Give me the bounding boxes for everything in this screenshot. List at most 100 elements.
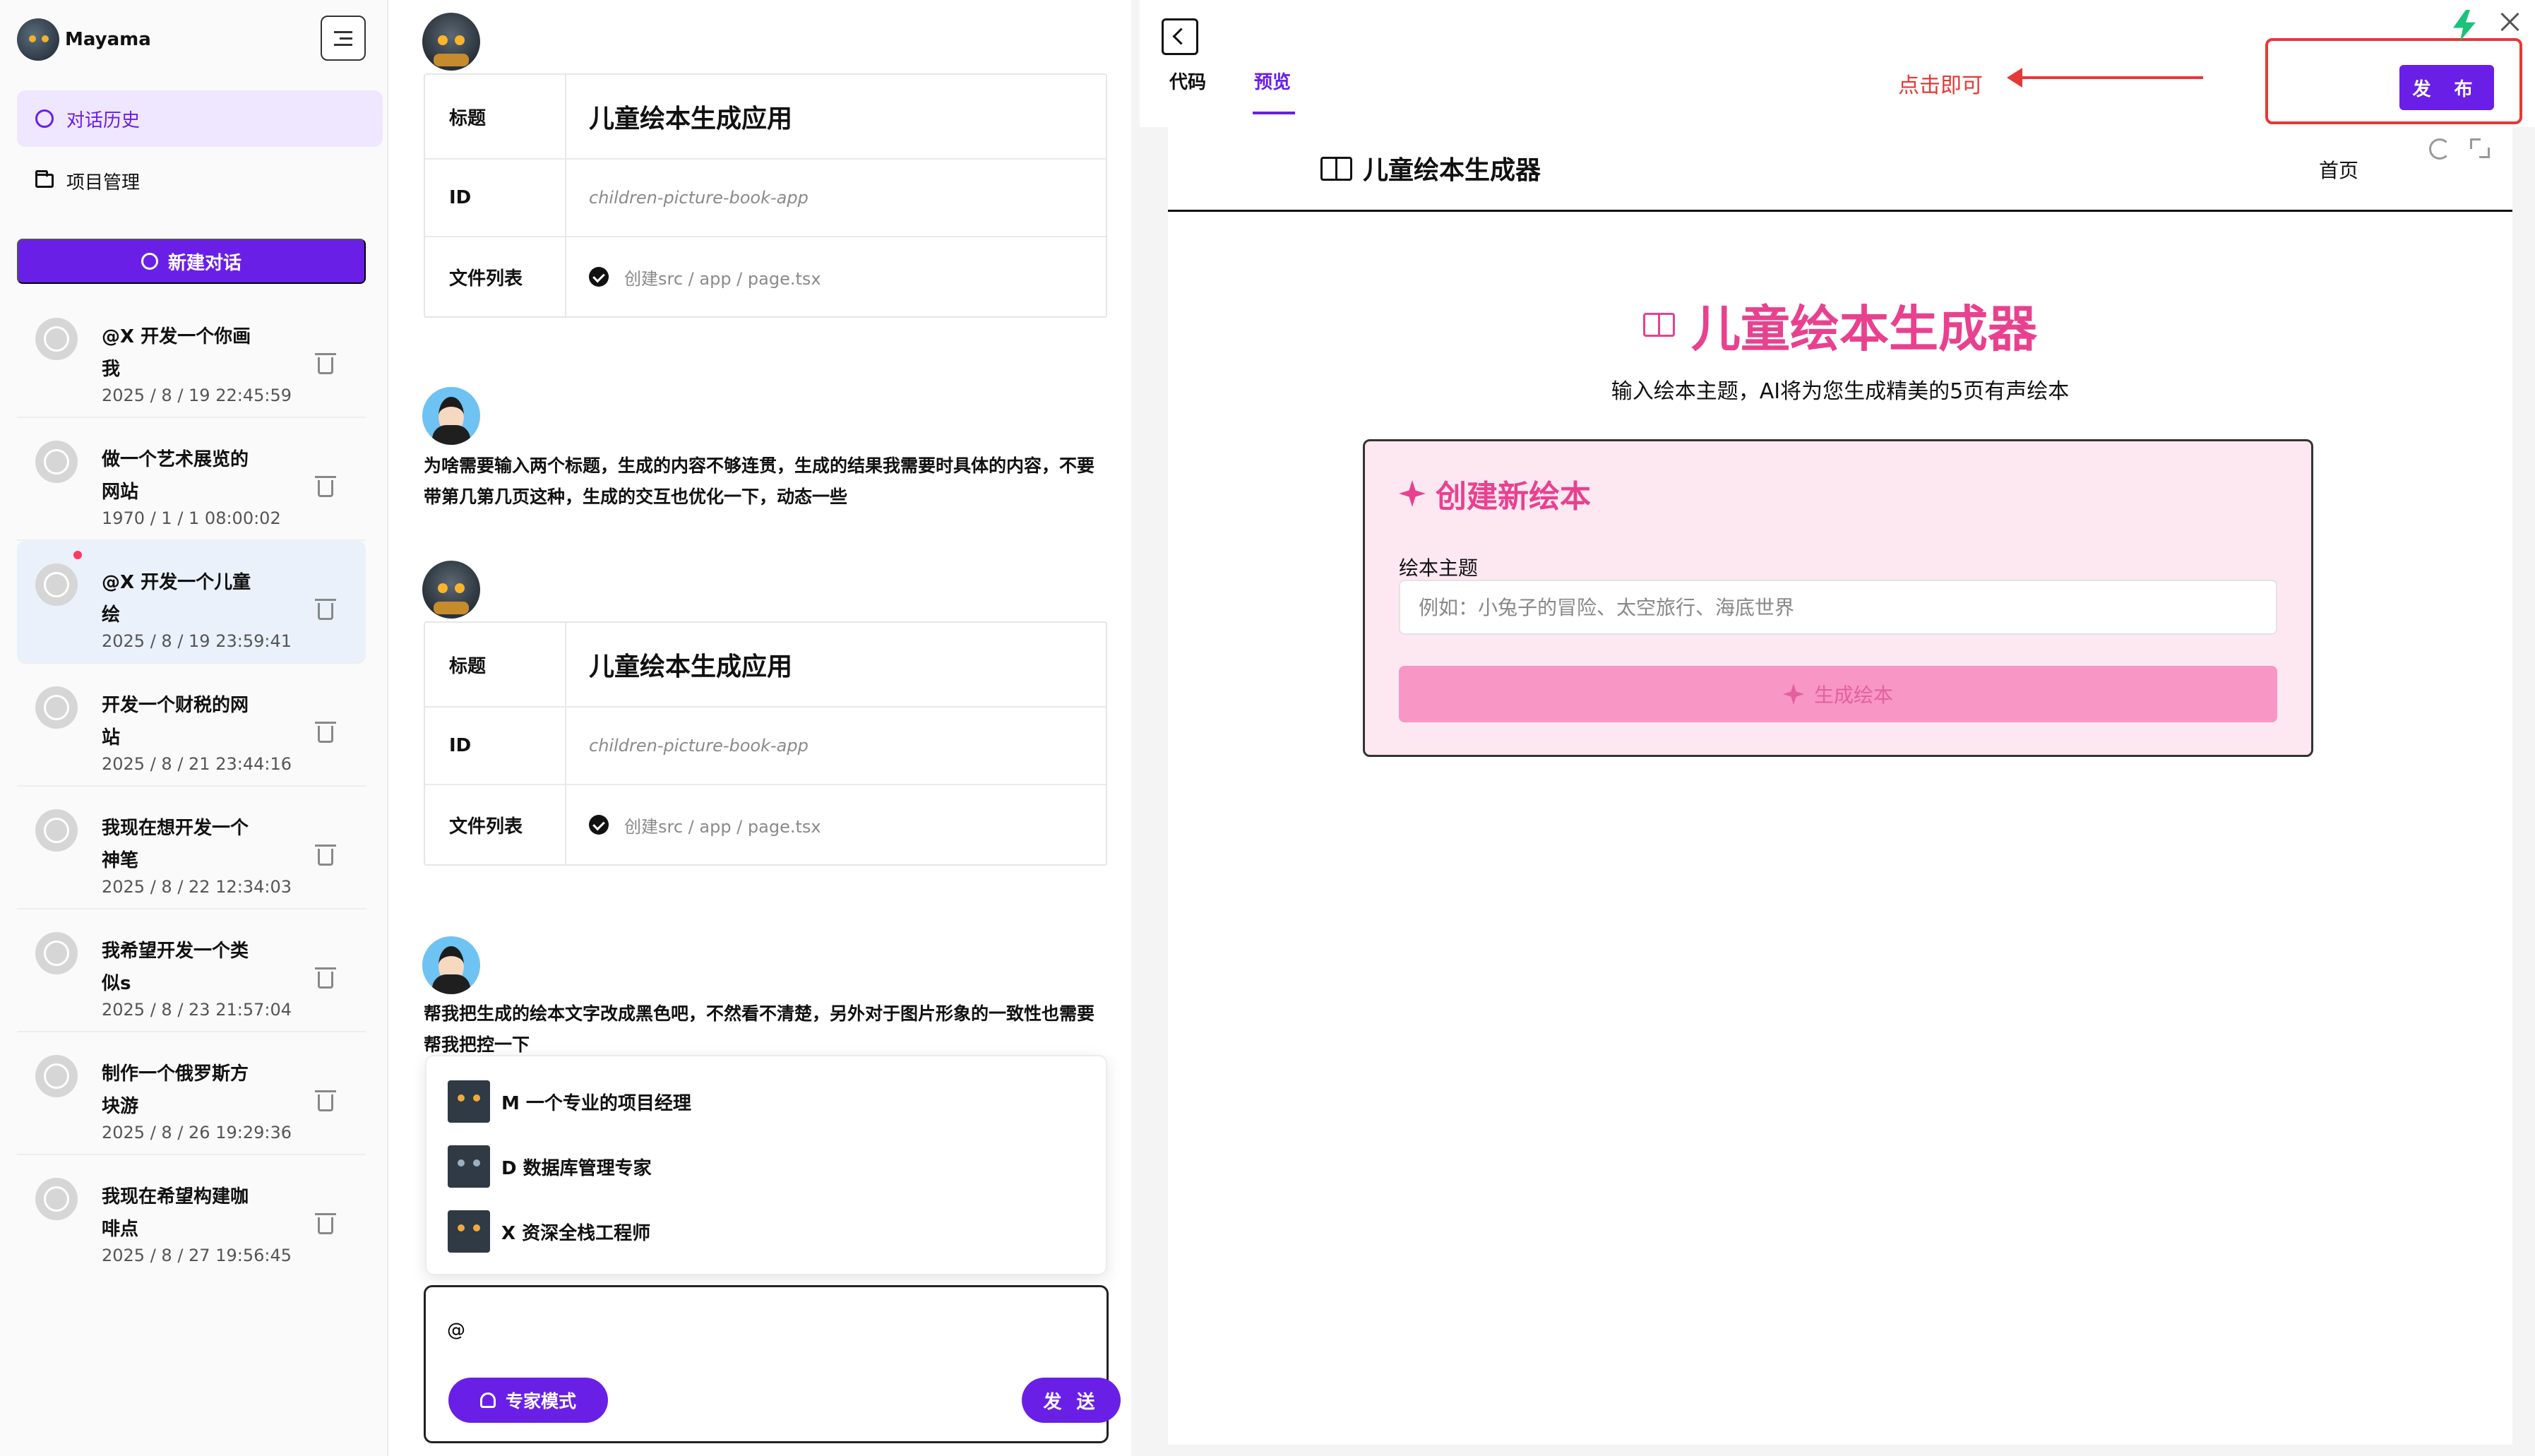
- generate-book-button[interactable]: 生成绘本: [1399, 666, 2277, 722]
- annotation-text: 点击即可: [1898, 73, 1983, 98]
- mention-item-d[interactable]: D 数据库管理专家: [448, 1144, 652, 1189]
- mention-label: M 一个专业的项目经理: [501, 1092, 691, 1114]
- generate-label: 生成绘本: [1813, 684, 1893, 707]
- tab-preview[interactable]: 预览: [1254, 68, 1291, 94]
- trash-icon[interactable]: [315, 1090, 336, 1111]
- card-title-text: 创建新绘本: [1436, 479, 1591, 515]
- chat-avatar-icon: [35, 563, 78, 606]
- info-row-title: 标题 儿童绘本生成应用: [425, 623, 1106, 708]
- brand[interactable]: Mayama: [17, 18, 151, 61]
- chat-bubble-icon: [35, 109, 54, 128]
- history-title: @X 开发一个你画我: [102, 326, 251, 380]
- mention-item-x[interactable]: X 资深全栈工程师: [448, 1209, 650, 1254]
- file-path: 创建src / app / page.tsx: [624, 268, 821, 289]
- person-icon: [479, 1392, 496, 1408]
- history-title: 做一个艺术展览的网站: [102, 449, 249, 503]
- info-key: 标题: [425, 75, 566, 158]
- chat-avatar-icon: [35, 932, 78, 974]
- info-row-files: 文件列表 创建src / app / page.tsx: [425, 237, 1106, 316]
- info-key: 文件列表: [425, 237, 566, 316]
- chat-avatar-icon: [35, 318, 78, 360]
- hero-subtitle: 输入绘本主题，AI将为您生成精美的5页有声绘本: [1611, 379, 2070, 404]
- chat-avatar-icon: [35, 1055, 78, 1097]
- check-circle-icon: [589, 267, 609, 287]
- message-composer: 专家模式 发 送: [424, 1285, 1121, 1443]
- info-key: 标题: [425, 623, 566, 706]
- hero-title: 儿童绘本生成器: [1643, 290, 2037, 361]
- unread-dot-icon: [73, 551, 82, 559]
- history-title: 开发一个财税的网站: [102, 695, 249, 748]
- expand-icon[interactable]: [2470, 138, 2490, 158]
- expert-mode-button[interactable]: 专家模式: [448, 1378, 608, 1423]
- app-brand[interactable]: 儿童绘本生成器: [1320, 150, 1541, 186]
- agent-avatar-icon: [448, 1145, 490, 1188]
- project-info-card: 标题 儿童绘本生成应用 ID children-picture-book-app…: [424, 73, 1107, 318]
- close-icon[interactable]: [2498, 10, 2522, 34]
- trash-icon[interactable]: [315, 722, 336, 743]
- trash-icon[interactable]: [315, 845, 336, 866]
- back-button[interactable]: [1162, 18, 1198, 55]
- info-row-id: ID children-picture-book-app: [425, 708, 1106, 785]
- history-item[interactable]: 做一个艺术展览的网站 1970 / 1 / 1 08:00:02: [17, 418, 366, 541]
- history-item[interactable]: 我现在想开发一个神笔 2025 / 8 / 22 12:34:03: [17, 787, 366, 909]
- history-title: 我现在希望构建咖啡点: [102, 1186, 249, 1240]
- sidebar-toggle-button[interactable]: [321, 16, 366, 61]
- mention-item-m[interactable]: M 一个专业的项目经理: [448, 1079, 691, 1124]
- history-time: 2025 / 8 / 22 12:34:03: [102, 877, 292, 897]
- topic-input[interactable]: [1399, 580, 2277, 635]
- sidebar-item-label: 项目管理: [66, 172, 141, 193]
- menu-lines-icon: [340, 37, 352, 40]
- history-item-active[interactable]: @X 开发一个儿童绘 2025 / 8 / 19 23:59:41: [17, 541, 366, 664]
- history-time: 2025 / 8 / 19 23:59:41: [102, 631, 292, 651]
- book-icon: [1643, 311, 1677, 340]
- project-title: 儿童绘本生成应用: [589, 105, 793, 133]
- check-circle-icon: [589, 815, 609, 835]
- project-id: children-picture-book-app: [589, 188, 809, 208]
- history-title: @X 开发一个儿童绘: [102, 572, 251, 626]
- mention-label: X 资深全栈工程师: [501, 1222, 651, 1244]
- history-item[interactable]: 开发一个财税的网站 2025 / 8 / 21 23:44:16: [17, 664, 366, 787]
- trash-icon[interactable]: [315, 1213, 336, 1234]
- refresh-icon[interactable]: [2429, 138, 2450, 160]
- trash-icon[interactable]: [315, 476, 336, 497]
- file-path: 创建src / app / page.tsx: [624, 816, 821, 837]
- app-brand-name: 儿童绘本生成器: [1363, 156, 1541, 185]
- menu-lines-icon: [334, 43, 352, 46]
- send-button[interactable]: 发 送: [1022, 1378, 1121, 1423]
- sidebar-item-label: 对话历史: [66, 109, 141, 131]
- sidebar: Mayama 对话历史 项目管理 新建对话 @X 开发一个你画我 2025 / …: [0, 0, 388, 1456]
- menu-lines-icon: [334, 30, 352, 33]
- sidebar-item-history[interactable]: 对话历史: [17, 90, 383, 147]
- trash-icon[interactable]: [315, 353, 336, 374]
- nav-home-link[interactable]: 首页: [2319, 155, 2358, 184]
- user-message: 帮我把生成的绘本文字改成黑色吧，不然看不清楚，另外对于图片形象的一致性也需要帮我…: [424, 1003, 1095, 1055]
- sidebar-item-projects[interactable]: 项目管理: [17, 153, 383, 209]
- user-message: 为啥需要输入两个标题，生成的内容不够连贯，生成的结果我需要时具体的内容，不要带第…: [424, 455, 1095, 507]
- publish-button[interactable]: 发 布: [2399, 65, 2494, 110]
- project-title: 儿童绘本生成应用: [589, 652, 793, 681]
- history-title: 我希望开发一个类似s: [102, 941, 249, 994]
- message-input[interactable]: [447, 1313, 1082, 1348]
- history-list: @X 开发一个你画我 2025 / 8 / 19 22:45:59 做一个艺术展…: [17, 295, 366, 1278]
- history-item[interactable]: 制作一个俄罗斯方块游 2025 / 8 / 26 19:29:36: [17, 1032, 366, 1155]
- chat-avatar-icon: [35, 1178, 78, 1220]
- info-row-files: 文件列表 创建src / app / page.tsx: [425, 785, 1106, 864]
- user-avatar-icon: [422, 387, 480, 445]
- mention-label: D 数据库管理专家: [501, 1157, 652, 1179]
- history-item[interactable]: 我希望开发一个类似s 2025 / 8 / 23 21:57:04: [17, 909, 366, 1032]
- trash-icon[interactable]: [315, 599, 336, 620]
- history-item[interactable]: @X 开发一个你画我 2025 / 8 / 19 22:45:59: [17, 295, 366, 418]
- trash-icon[interactable]: [315, 967, 336, 989]
- info-key: ID: [425, 708, 566, 784]
- history-time: 2025 / 8 / 26 19:29:36: [102, 1123, 292, 1142]
- new-chat-button[interactable]: 新建对话: [17, 239, 366, 284]
- history-title: 我现在想开发一个神笔: [102, 818, 249, 871]
- file-entry[interactable]: 创建src / app / page.tsx: [589, 265, 821, 290]
- file-entry[interactable]: 创建src / app / page.tsx: [589, 813, 821, 837]
- tab-code[interactable]: 代码: [1169, 68, 1206, 94]
- card-title: 创建新绘本: [1399, 471, 1591, 516]
- hero-title-text: 儿童绘本生成器: [1691, 300, 2037, 358]
- info-row-id: ID children-picture-book-app: [425, 160, 1106, 237]
- hero: 儿童绘本生成器 输入绘本主题，AI将为您生成精美的5页有声绘本: [1168, 290, 2512, 405]
- history-item[interactable]: 我现在希望构建咖啡点 2025 / 8 / 27 19:56:45: [17, 1155, 366, 1278]
